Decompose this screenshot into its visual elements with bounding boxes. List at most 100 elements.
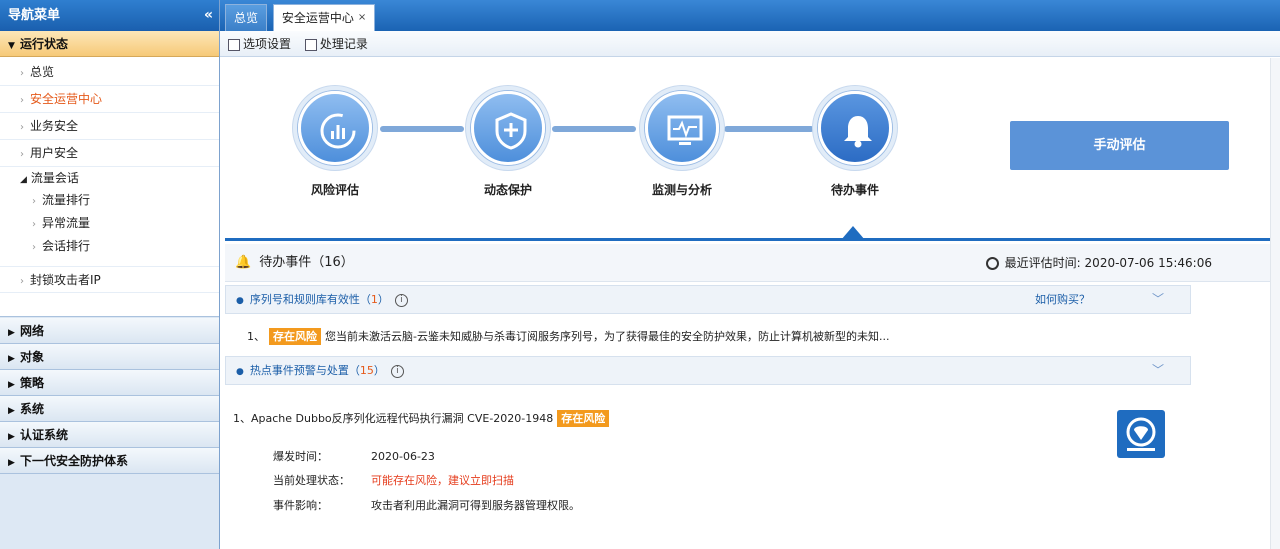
step-label: 风险评估 — [310, 183, 359, 197]
sidebar-item-label: 业务安全 — [30, 119, 79, 133]
sidebar-group-network[interactable]: ▶ 网络 — [0, 318, 219, 344]
sidebar-item-label: 异常流量 — [42, 216, 91, 230]
section-count: 15 — [359, 364, 374, 377]
sidebar-item-business-security[interactable]: › 业务安全 — [0, 113, 219, 140]
sidebar-group-object[interactable]: ▶ 对象 — [0, 344, 219, 370]
info-icon[interactable]: i — [394, 293, 408, 307]
hot-event-title: 1、Apache Dubbo反序列化远程代码执行漏洞 CVE-2020-1948 — [233, 412, 554, 425]
options-settings-button[interactable]: 选项设置 — [228, 31, 291, 57]
kv-value[interactable]: 可能存在风险，建议立即扫描 — [371, 474, 514, 487]
section-title: 序列号和规则库有效性（ — [249, 293, 371, 306]
last-eval-time: 最近评估时间: 2020-07-06 15:46:06 — [985, 244, 1212, 282]
chevron-right-icon: › — [20, 149, 24, 160]
process-status-row: 当前处理状态： 可能存在风险，建议立即扫描 — [273, 472, 514, 490]
process-records-button[interactable]: 处理记录 — [304, 31, 368, 57]
triangle-down-icon: ◢ — [20, 175, 27, 185]
group-label: 认证系统 — [20, 428, 69, 442]
section-title-close: ） — [373, 364, 385, 377]
chevron-right-icon: › — [32, 242, 36, 253]
pending-events-header: 🔔 待办事件（16） 最近评估时间: 2020-07-06 15:46:06 — [225, 244, 1270, 282]
sidebar-item-block-attacker-ip[interactable]: › 封锁攻击者IP — [0, 266, 219, 293]
clock-icon — [985, 257, 999, 270]
monitor-pulse-icon — [645, 91, 719, 165]
section-license-validity[interactable]: ● 序列号和规则库有效性（1） i 如何购买？ ﹀ — [225, 285, 1191, 314]
row-text: 您当前未激活云脑-云鉴未知威胁与杀毒订阅服务序列号，为了获得最佳的安全防护效果，… — [325, 330, 890, 343]
sidebar-item-label: 用户安全 — [30, 146, 79, 160]
info-icon[interactable]: i — [390, 364, 404, 378]
chevron-right-icon: › — [20, 68, 24, 79]
triangle-down-icon: ▼ — [8, 41, 15, 51]
time-value: 2020-07-06 15:46:06 — [1084, 256, 1212, 270]
tab-label: 安全运营中心 — [281, 11, 354, 25]
collapse-icon[interactable]: « — [204, 0, 213, 31]
risk-badge: 存在风险 — [557, 410, 610, 427]
impact-row: 事件影响： 攻击者利用此漏洞可得到服务器管理权限。 — [273, 497, 580, 515]
sidebar-groups: ▶ 网络 ▶ 对象 ▶ 策略 ▶ 系统 ▶ 认证系统 ▶ 下一代安全防护体系 — [0, 318, 219, 474]
kv-label: 当前处理状态： — [273, 474, 350, 487]
sidebar-item-label: 流量会话 — [30, 171, 79, 185]
sidebar-subitem-abnormal-traffic[interactable]: › 异常流量 — [0, 212, 219, 235]
triangle-right-icon: ▶ — [8, 354, 15, 364]
triangle-right-icon: ▶ — [8, 432, 15, 442]
step-circle — [292, 85, 378, 171]
manual-evaluate-button[interactable]: 手动评估 — [1010, 121, 1229, 170]
tab-bar: 总览 安全运营中心 × — [220, 0, 1280, 31]
step-circle — [812, 85, 898, 171]
section-title: 热点事件预警与处置（ — [249, 364, 360, 377]
sidebar-item-overview[interactable]: › 总览 — [0, 59, 219, 86]
tab-security-center[interactable]: 安全运营中心 × — [272, 4, 376, 31]
risk-badge: 存在风险 — [269, 328, 321, 345]
sidebar-item-traffic-session[interactable]: ◢ 流量会话 — [0, 167, 219, 189]
group-label: 下一代安全防护体系 — [20, 454, 129, 468]
section-hot-events[interactable]: ● 热点事件预警与处置（15） i ﹀ — [225, 356, 1191, 385]
sidebar-item-user-security[interactable]: › 用户安全 — [0, 140, 219, 167]
sidebar-item-label: 会话排行 — [42, 239, 91, 253]
step-connector — [552, 126, 636, 132]
group-label: 策略 — [20, 376, 45, 390]
group-label: 网络 — [20, 324, 45, 338]
chevron-right-icon: › — [20, 276, 24, 287]
sidebar-group-body: › 总览 › 安全运营中心 › 业务安全 › 用户安全 ◢ 流量会话 › 流量排行 › 异常流… — [0, 57, 219, 317]
sidebar-group-system[interactable]: ▶ 系统 — [0, 396, 219, 422]
scan-shield-icon[interactable] — [1117, 410, 1165, 458]
sidebar-header: 导航菜单 « — [0, 0, 219, 31]
kv-value: 2020-06-23 — [371, 450, 435, 463]
chevron-down-icon[interactable]: ﹀ — [1152, 286, 1164, 313]
triangle-right-icon: ▶ — [8, 380, 15, 390]
triangle-right-icon: ▶ — [8, 328, 15, 338]
nav-sidebar: 导航菜单 « ▼ 运行状态 › 总览 › 安全运营中心 › 业务安全 › 用户安全 ◢ 流量… — [0, 0, 220, 549]
step-monitor-analysis[interactable]: 监测与分析 — [639, 85, 725, 197]
kv-label: 爆发时间： — [273, 450, 328, 463]
sidebar-subitem-session-rank[interactable]: › 会话排行 — [0, 235, 219, 258]
step-label: 待办事件 — [830, 183, 879, 197]
group-label: 运行状态 — [20, 37, 69, 51]
sidebar-group-auth-system[interactable]: ▶ 认证系统 — [0, 422, 219, 448]
step-dynamic-protection[interactable]: 动态保护 — [465, 85, 551, 197]
section-title-close: ） — [377, 293, 389, 306]
sidebar-item-security-center[interactable]: › 安全运营中心 — [0, 86, 219, 113]
sidebar-subitem-traffic-rank[interactable]: › 流量排行 — [0, 189, 219, 212]
tab-overview[interactable]: 总览 — [225, 4, 268, 31]
section-count: 1 — [370, 293, 378, 306]
close-icon[interactable]: × — [358, 12, 366, 23]
how-to-buy-link[interactable]: 如何购买？ — [1035, 286, 1090, 313]
sidebar-group-running-status[interactable]: ▼ 运行状态 — [0, 31, 219, 57]
sidebar-group-policy[interactable]: ▶ 策略 — [0, 370, 219, 396]
chevron-down-icon[interactable]: ﹀ — [1152, 357, 1164, 384]
chevron-right-icon: › — [20, 95, 24, 106]
group-label: 系统 — [20, 402, 45, 416]
chevron-right-icon: › — [20, 122, 24, 133]
group-label: 对象 — [20, 350, 45, 364]
shield-plus-icon — [471, 91, 545, 165]
active-step-pointer — [841, 226, 865, 240]
content-scrollbar[interactable] — [1270, 58, 1280, 549]
settings-doc-icon — [228, 38, 240, 51]
sidebar-group-ngfw[interactable]: ▶ 下一代安全防护体系 — [0, 448, 219, 474]
button-label: 选项设置 — [243, 37, 292, 51]
step-pending-events[interactable]: 待办事件 — [812, 85, 898, 197]
step-connector — [380, 126, 464, 132]
step-circle — [639, 85, 725, 171]
sidebar-title: 导航菜单 — [8, 8, 61, 23]
step-risk-assessment[interactable]: 风险评估 — [292, 85, 378, 197]
sidebar-item-label: 流量排行 — [42, 193, 91, 207]
